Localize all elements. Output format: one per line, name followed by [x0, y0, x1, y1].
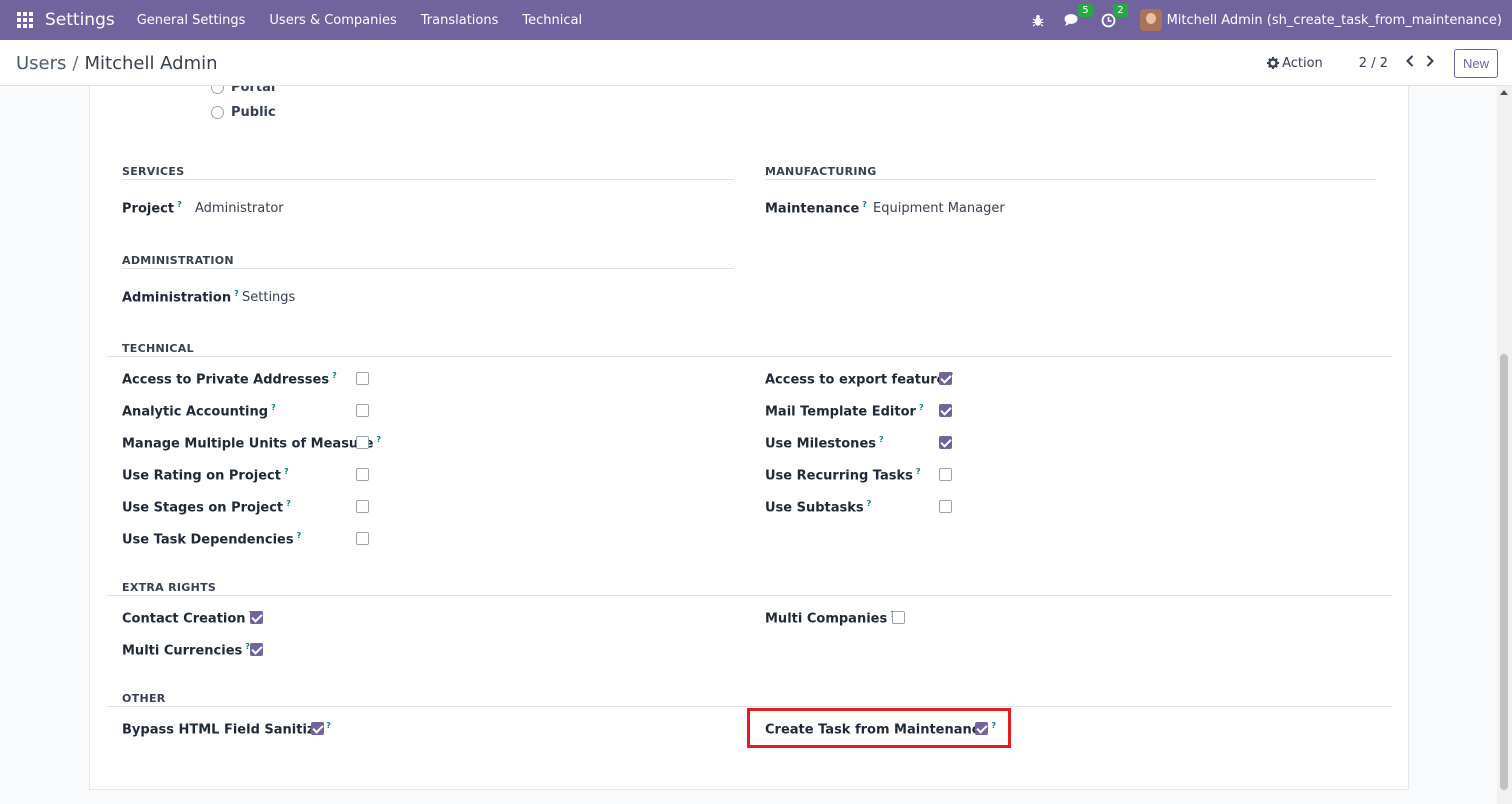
field-value-maintenance[interactable]: Equipment Manager	[873, 201, 1005, 216]
checkbox-recurring-tasks[interactable]	[939, 468, 952, 481]
section-title-technical: TECHNICAL	[122, 342, 194, 355]
checkbox-private-addresses[interactable]	[356, 372, 369, 385]
checkbox-bypass-html-sanitize[interactable]	[311, 722, 324, 735]
action-button[interactable]: Action	[1267, 56, 1323, 71]
section-title-extra-rights: EXTRA RIGHTS	[122, 581, 217, 594]
section-title-services: SERVICES	[122, 165, 185, 178]
field-label-analytic-accounting: Analytic Accounting?	[122, 403, 276, 420]
field-label-administration: Administration?	[122, 289, 239, 306]
app-name[interactable]: Settings	[45, 10, 115, 30]
checkbox-mail-template-editor[interactable]	[939, 404, 952, 417]
pager-value[interactable]: 2 / 2	[1359, 56, 1388, 71]
section-divider	[107, 706, 1392, 707]
breadcrumb-current: Mitchell Admin	[84, 52, 218, 74]
field-label-multi-currencies: Multi Currencies?	[122, 642, 250, 659]
pager-previous-icon[interactable]	[1406, 55, 1414, 71]
field-value-administration[interactable]: Settings	[242, 290, 295, 305]
radio-public[interactable]: Public	[211, 105, 276, 120]
field-label-private-addresses: Access to Private Addresses?	[122, 371, 337, 388]
highlight-box	[747, 708, 1011, 748]
user-menu[interactable]: Mitchell Admin (sh_create_task_from_main…	[1139, 9, 1502, 31]
top-menu: General Settings Users & Companies Trans…	[125, 13, 594, 28]
field-label-multi-companies: Multi Companies?	[765, 610, 895, 627]
checkbox-multiple-uom[interactable]	[356, 436, 369, 449]
top-navbar: Settings General Settings Users & Compan…	[0, 0, 1512, 40]
systray: 5 2 Mitchell Admin (sh_create_task_from_…	[1022, 0, 1512, 40]
action-label: Action	[1282, 55, 1323, 71]
debug-bug-icon[interactable]	[1032, 14, 1044, 27]
field-label-maintenance: Maintenance?	[765, 200, 867, 217]
section-divider	[765, 179, 1376, 180]
control-right: Action 2 / 2 New	[1267, 40, 1498, 86]
breadcrumb-separator: /	[72, 52, 79, 74]
checkbox-contact-creation[interactable]	[250, 611, 263, 624]
messages-icon[interactable]: 5	[1064, 4, 1093, 27]
scroll-up-arrow-icon[interactable]	[1500, 90, 1508, 95]
section-divider	[122, 179, 734, 180]
checkbox-stages-project[interactable]	[356, 500, 369, 513]
control-panel-overlay: Users / Mitchell Admin Action 2 / 2 New	[0, 40, 1512, 86]
field-label-bypass-html-sanitize: Bypass HTML Field Sanitize?	[122, 721, 331, 738]
field-label-milestones: Use Milestones?	[765, 435, 884, 452]
field-label-project: Project?	[122, 200, 182, 217]
menu-users-companies[interactable]: Users & Companies	[257, 13, 408, 28]
field-label-rating-project: Use Rating on Project?	[122, 467, 289, 484]
section-title-administration: ADMINISTRATION	[122, 254, 234, 267]
checkbox-task-dependencies[interactable]	[356, 532, 369, 545]
checkbox-analytic-accounting[interactable]	[356, 404, 369, 417]
menu-general-settings[interactable]: General Settings	[125, 13, 258, 28]
menu-translations[interactable]: Translations	[409, 13, 511, 28]
scrollbar-thumb[interactable]	[1500, 354, 1508, 790]
field-label-stages-project: Use Stages on Project?	[122, 499, 291, 516]
field-label-export-feature: Access to export feature?	[765, 371, 953, 388]
field-label-subtasks: Use Subtasks?	[765, 499, 872, 516]
menu-technical[interactable]: Technical	[510, 13, 594, 28]
checkbox-multi-companies[interactable]	[892, 611, 905, 624]
field-value-project[interactable]: Administrator	[195, 201, 284, 216]
field-label-recurring-tasks: Use Recurring Tasks?	[765, 467, 921, 484]
user-name: Mitchell Admin (sh_create_task_from_main…	[1166, 12, 1502, 28]
section-divider	[107, 356, 1392, 357]
field-label-mail-template-editor: Mail Template Editor?	[765, 403, 924, 420]
field-label-task-dependencies: Use Task Dependencies?	[122, 531, 302, 548]
radio-circle[interactable]	[211, 106, 224, 119]
section-title-other: OTHER	[122, 692, 166, 705]
vertical-scrollbar[interactable]	[1497, 86, 1512, 804]
avatar	[1139, 9, 1162, 31]
checkbox-export-feature[interactable]	[939, 372, 952, 385]
new-button[interactable]: New	[1453, 48, 1498, 78]
messages-badge: 5	[1078, 4, 1093, 17]
checkbox-rating-project[interactable]	[356, 468, 369, 481]
field-label-contact-creation: Contact Creation?	[122, 610, 253, 627]
gear-icon	[1267, 57, 1280, 69]
apps-menu-icon[interactable]	[17, 12, 33, 28]
checkbox-subtasks[interactable]	[939, 500, 952, 513]
activities-badge: 2	[1113, 3, 1128, 17]
activities-clock-icon[interactable]: 2	[1101, 3, 1128, 28]
breadcrumb-users[interactable]: Users	[16, 53, 66, 74]
section-divider	[122, 268, 734, 269]
checkbox-milestones[interactable]	[939, 436, 952, 449]
breadcrumb: Users /Mitchell Admin	[16, 53, 218, 74]
pager-next-icon[interactable]	[1426, 55, 1434, 71]
section-divider	[107, 595, 1392, 596]
field-label-multiple-uom: Manage Multiple Units of Measure?	[122, 435, 382, 452]
section-title-manufacturing: MANUFACTURING	[765, 165, 877, 178]
checkbox-multi-currencies[interactable]	[250, 643, 263, 656]
